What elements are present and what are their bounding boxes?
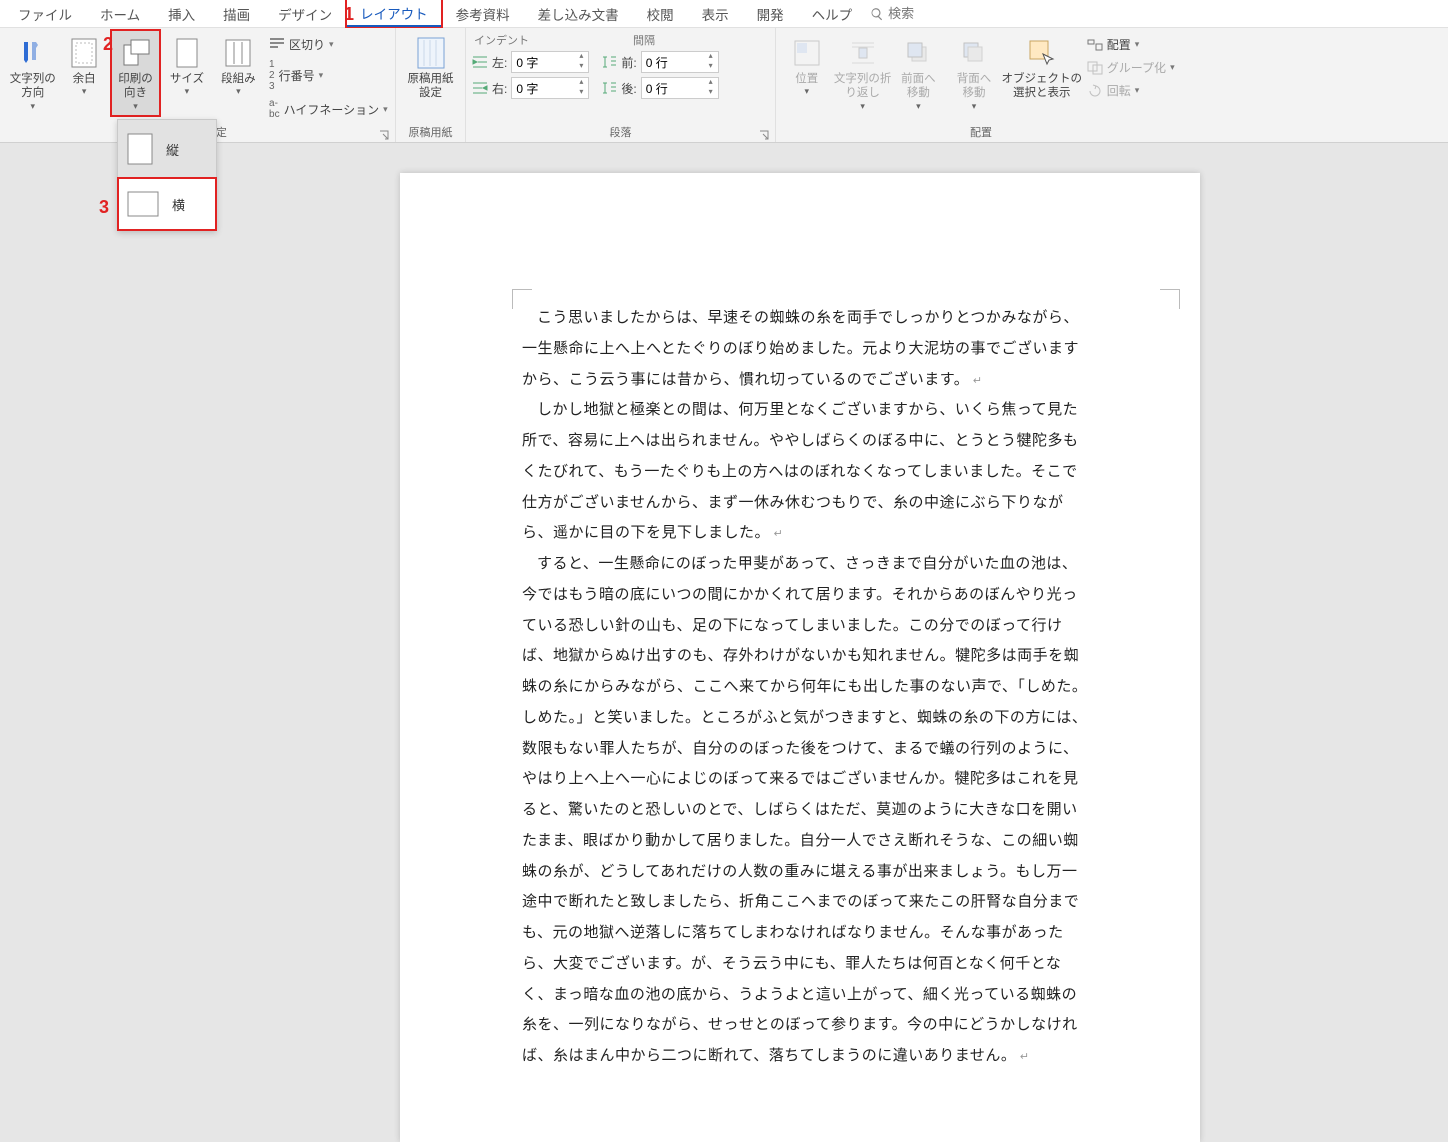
- tab-file[interactable]: ファイル: [4, 0, 86, 28]
- search-box[interactable]: [870, 6, 968, 21]
- tab-references[interactable]: 参考資料: [442, 0, 524, 28]
- para-mark: ↵: [969, 375, 982, 387]
- spacing-label: 間隔: [629, 30, 659, 48]
- columns-button[interactable]: 段組み▾: [214, 30, 263, 102]
- indent-left-icon: [472, 55, 488, 69]
- indent-right-label: 右:: [492, 80, 507, 97]
- bring-forward-icon: [904, 39, 932, 67]
- annotation-1: 1: [344, 4, 354, 25]
- orientation-menu: 縦 横: [117, 119, 217, 231]
- indent-label: インデント: [470, 30, 533, 48]
- tab-draw[interactable]: 描画: [209, 0, 264, 28]
- para-mark: ↵: [1016, 1051, 1029, 1063]
- tab-help[interactable]: ヘルプ: [798, 0, 867, 28]
- body-paragraph[interactable]: すると、一生懸命にのぼった甲斐があって、さっきまで自分がいた血の池は、今ではもう…: [522, 555, 1087, 1064]
- rotate-button: 回転▾: [1083, 80, 1182, 101]
- group-label-genko: 原稿用紙: [400, 124, 461, 142]
- annotation-3: 3: [99, 197, 109, 218]
- bring-forward-button: 前面へ 移動▾: [892, 30, 946, 116]
- group-genko: 原稿用紙 設定 原稿用紙: [396, 28, 466, 142]
- para-mark: ↵: [770, 528, 783, 540]
- tab-view[interactable]: 表示: [688, 0, 743, 28]
- size-button[interactable]: サイズ▾: [162, 30, 211, 102]
- dialog-launcher-icon[interactable]: [759, 130, 769, 140]
- position-button: 位置▾: [780, 30, 834, 102]
- group-objects-button: グループ化▾: [1083, 57, 1182, 78]
- selection-pane-icon: [1027, 38, 1057, 68]
- orientation-landscape[interactable]: 横: [118, 178, 216, 230]
- spin-down[interactable]: ▾: [704, 62, 718, 72]
- wrap-icon: [849, 39, 877, 67]
- group-paragraph: インデント 間隔 左:▴▾ 右:▴▾ 前:▴▾ 後:▴▾ 段落: [466, 28, 776, 142]
- orientation-button[interactable]: 印刷の 向き▾: [111, 30, 160, 116]
- tab-home[interactable]: ホーム: [86, 0, 154, 28]
- tab-insert[interactable]: 挿入: [154, 0, 209, 28]
- annotation-2: 2: [103, 34, 113, 55]
- tab-mailings[interactable]: 差し込み文書: [524, 0, 633, 28]
- size-icon: [176, 38, 198, 68]
- margins-button[interactable]: 余白▾: [59, 30, 108, 102]
- orientation-icon: [121, 38, 151, 68]
- group-label-arrange: 配置: [780, 124, 1182, 142]
- search-icon: [870, 7, 884, 21]
- breaks-icon: [269, 38, 285, 52]
- genko-settings-button[interactable]: 原稿用紙 設定: [400, 30, 461, 105]
- hyphenation-button[interactable]: a-bcハイフネーション▾: [265, 96, 391, 122]
- wrap-text-button: 文字列の折 り返し▾: [836, 30, 890, 116]
- indent-right-icon: [472, 81, 488, 95]
- text-direction-button[interactable]: 文字列の 方向▾: [8, 30, 57, 116]
- send-backward-button: 背面へ 移動▾: [947, 30, 1001, 116]
- position-icon: [793, 39, 821, 67]
- margin-corner: [1160, 289, 1180, 309]
- selection-pane-button[interactable]: オブジェクトの 選択と表示: [1003, 30, 1081, 105]
- tab-developer[interactable]: 開発: [743, 0, 798, 28]
- spacing-after-label: 後:: [621, 80, 636, 97]
- body-paragraph[interactable]: しかし地獄と極楽との間は、何万里となくございますから、いくら焦って見た所で、容易…: [522, 401, 1079, 541]
- margin-corner: [512, 289, 532, 309]
- search-input[interactable]: [888, 6, 968, 21]
- line-numbers-button[interactable]: 123行番号▾: [265, 57, 391, 94]
- tab-review[interactable]: 校閲: [633, 0, 688, 28]
- rotate-icon: [1087, 84, 1103, 98]
- group-label-paragraph: 段落: [470, 124, 771, 142]
- spin-down[interactable]: ▾: [574, 62, 588, 72]
- text-direction-icon: [18, 38, 48, 68]
- genko-icon: [416, 36, 446, 70]
- indent-left-label: 左:: [492, 54, 507, 71]
- tab-design[interactable]: デザイン: [264, 0, 346, 28]
- tab-strip: ファイル ホーム 挿入 描画 デザイン レイアウト 参考資料 差し込み文書 校閲…: [0, 0, 1448, 28]
- group-arrange: 位置▾ 文字列の折 り返し▾ 前面へ 移動▾ 背面へ 移動▾ オブジェクトの 選…: [776, 28, 1186, 142]
- document-area: こう思いましたからは、早速その蜘蛛の糸を両手でしっかりとつかみながら、一生懸命に…: [0, 143, 1448, 1142]
- send-backward-icon: [960, 39, 988, 67]
- ribbon-layout: 文字列の 方向▾ 余白▾ 印刷の 向き▾ サイズ▾ 段組み▾ 区切り▾ 123行…: [0, 28, 1448, 143]
- align-button[interactable]: 配置▾: [1083, 34, 1182, 55]
- tab-layout[interactable]: レイアウト: [346, 0, 442, 28]
- margins-icon: [71, 38, 97, 68]
- landscape-icon: [126, 190, 160, 218]
- spacing-before-label: 前:: [621, 54, 636, 71]
- align-icon: [1087, 38, 1103, 52]
- body-paragraph[interactable]: こう思いましたからは、早速その蜘蛛の糸を両手でしっかりとつかみながら、一生懸命に…: [522, 309, 1079, 388]
- columns-icon: [225, 39, 251, 67]
- portrait-icon: [126, 132, 154, 166]
- spin-down[interactable]: ▾: [704, 88, 718, 98]
- spacing-before-icon: [601, 55, 617, 69]
- breaks-button[interactable]: 区切り▾: [265, 34, 391, 55]
- dialog-launcher-icon[interactable]: [379, 130, 389, 140]
- orientation-portrait[interactable]: 縦: [118, 120, 216, 178]
- group-icon: [1087, 61, 1103, 75]
- page[interactable]: こう思いましたからは、早速その蜘蛛の糸を両手でしっかりとつかみながら、一生懸命に…: [400, 173, 1200, 1142]
- spin-down[interactable]: ▾: [574, 88, 588, 98]
- spacing-after-icon: [601, 81, 617, 95]
